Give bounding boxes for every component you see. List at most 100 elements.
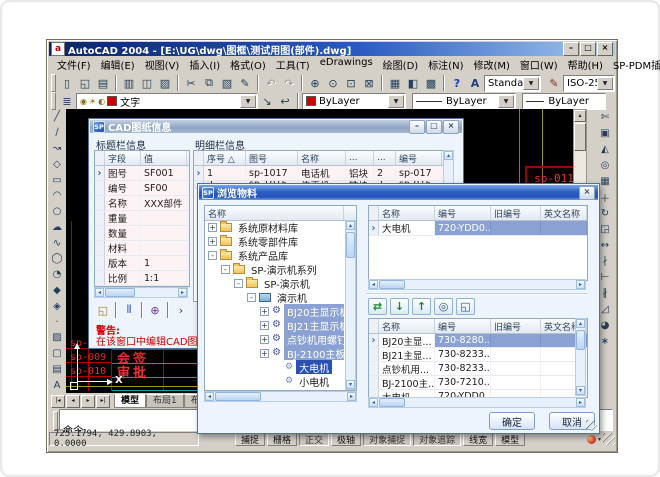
column-header-2[interactable]: 图号 [246, 151, 298, 165]
zoom-window-button[interactable]: ⊡ [342, 74, 360, 92]
rectangle-button[interactable]: ▭ [49, 172, 66, 188]
status-toggle-栅格[interactable]: 栅格 [267, 432, 297, 446]
column-header-1[interactable]: 名称 [379, 319, 435, 333]
designcenter-button[interactable]: ◧ [404, 74, 422, 92]
combo-arrow-icon[interactable]: ▼ [240, 95, 256, 108]
point-button[interactable]: · [49, 314, 66, 330]
search-button[interactable]: ◎ [434, 298, 453, 315]
tree-item[interactable]: +⚙BJ-2100主板单点 [205, 346, 344, 360]
linetype-combo[interactable]: ByLayer ▼ [412, 93, 516, 110]
open-file-button[interactable]: ◱ [76, 74, 94, 92]
selected-table-hscrollbar[interactable]: ◂ ▸ [368, 279, 586, 290]
tree-hscrollbar[interactable]: ◂ ▸ [204, 391, 357, 402]
expand-plus-icon[interactable]: + [260, 335, 269, 344]
dlg-maximize-button[interactable]: □ [426, 120, 442, 134]
column-header-5[interactable]: ... [374, 151, 396, 165]
plot-preview-button[interactable]: ◫ [138, 74, 156, 92]
layout-tab-1[interactable]: 模型 [114, 394, 146, 408]
expand-minus-icon[interactable]: - [234, 279, 243, 288]
line-button[interactable]: ╱ [49, 109, 66, 125]
dialog-resize-grip[interactable] [586, 420, 597, 431]
scroll-thumb[interactable] [379, 398, 405, 407]
transfer-button[interactable]: ⇄ [368, 298, 387, 315]
scroll-down-button[interactable]: ▾ [346, 380, 355, 389]
scroll-up-button[interactable]: ▴ [574, 110, 586, 122]
lineweight-combo[interactable]: ByLayer [522, 93, 606, 110]
zoom-previous-button[interactable]: ⊠ [360, 74, 378, 92]
table-row[interactable]: ›BJ20主显...730-8280... [369, 334, 587, 348]
combo-arrow-icon[interactable]: ▼ [523, 77, 539, 90]
tree-item[interactable]: ⚙608ZZ轴承 [205, 388, 344, 390]
expand-plus-icon[interactable]: + [208, 237, 217, 246]
add-record-button[interactable]: ⊕ [146, 301, 164, 319]
column-header-1[interactable]: 序号 △ [204, 151, 246, 165]
menu-item[interactable]: 修改(M) [468, 56, 514, 73]
scroll-thumb[interactable] [576, 330, 585, 350]
menu-item[interactable]: eDrawings [315, 56, 378, 73]
tree-item[interactable]: -SP-演示机 [205, 276, 344, 290]
ok-button[interactable]: 确定 [489, 412, 535, 430]
text-button[interactable]: A [49, 377, 66, 393]
scroll-up-button[interactable]: ▴ [346, 221, 355, 230]
dlg-close-button[interactable]: × [443, 120, 459, 134]
scroll-up-button[interactable]: ▴ [444, 151, 453, 160]
ellipse-arc-button[interactable]: ◔ [49, 267, 66, 283]
open-item-button[interactable]: ◱ [456, 298, 475, 315]
scroll-left-button[interactable]: ◂ [369, 398, 378, 407]
scroll-left-button[interactable]: ◂ [95, 288, 104, 297]
status-menu-arrow-icon[interactable]: ▾ [598, 436, 601, 443]
layout-tab-2[interactable]: 布局1 [146, 394, 184, 408]
menu-item[interactable]: 标注(N) [423, 56, 468, 73]
make-block-button[interactable]: ◈ [49, 298, 66, 314]
cut-button[interactable]: ✂ [182, 74, 200, 92]
table-row[interactable]: BJ21主显...730-8233... [369, 348, 587, 362]
table-row[interactable]: ›1sp-1017电话机铝块2sp-017 [194, 166, 444, 181]
tree-item[interactable]: +⚙BJ20主显示板 [205, 304, 344, 318]
offset-button[interactable]: ◎ [597, 157, 614, 173]
layer-previous-button[interactable]: ↩ [276, 92, 294, 110]
column-header-2[interactable]: 编号 [435, 319, 491, 333]
expand-plus-icon[interactable]: + [260, 321, 269, 330]
scroll-up-button[interactable]: ▴ [576, 319, 585, 328]
tree-item[interactable]: -SP-演示机系列 [205, 262, 344, 276]
table-row[interactable]: 版本1 [95, 256, 189, 271]
region-button[interactable]: ▢ [49, 346, 66, 362]
status-toggle-模型[interactable]: 模型 [495, 432, 525, 446]
column-header-6[interactable]: 编号 [396, 151, 442, 165]
column-header-1[interactable]: 名称 [379, 206, 435, 220]
scroll-right-button[interactable]: ▸ [576, 398, 585, 407]
scroll-left-button[interactable]: ◂ [369, 280, 378, 289]
copy-clip-button[interactable]: ⧉ [200, 74, 218, 92]
expand-plus-icon[interactable]: + [208, 223, 217, 232]
column-header-3[interactable]: 旧编号 [491, 319, 541, 333]
column-header-3[interactable]: 名称 [298, 151, 346, 165]
insert-block-button[interactable]: ◆ [49, 283, 66, 299]
column-header-4[interactable]: 英文名称 [541, 206, 587, 220]
scroll-thumb[interactable] [346, 232, 355, 258]
coordinate-display[interactable]: 725.1794, 429.8903, 0.0000 [49, 432, 199, 446]
tool-palettes-button[interactable]: ▩ [422, 74, 440, 92]
scroll-right-button[interactable]: ▸ [347, 392, 356, 401]
table-row[interactable]: ›图号SF001 [95, 166, 189, 181]
tree-vscrollbar[interactable]: ▴ ▾ [345, 220, 356, 390]
maximize-button[interactable]: □ [580, 42, 596, 56]
arc-button[interactable]: ◠ [49, 188, 66, 204]
check-in-button[interactable]: ↑ [412, 298, 431, 315]
image-button[interactable]: ▤ [49, 362, 66, 378]
text-style-button[interactable]: A [466, 74, 484, 92]
table-row[interactable]: 数量 [95, 226, 189, 241]
browse-dialog-close-button[interactable]: × [579, 186, 595, 200]
table-row[interactable]: 名称XXX部件 [95, 196, 189, 211]
window-resize-grip[interactable] [603, 433, 615, 445]
circle-button[interactable]: ○ [49, 204, 66, 220]
tree-item[interactable]: +系统原材料库 [205, 220, 344, 234]
communication-center-icon[interactable] [587, 435, 596, 444]
match-properties-button[interactable]: ✎ [236, 74, 254, 92]
menu-item[interactable]: 帮助(H) [563, 56, 608, 73]
menu-item[interactable]: 插入(I) [184, 56, 225, 73]
paste-button[interactable]: ▧ [218, 74, 236, 92]
table-row[interactable]: BJ-2100主...730-7210... [369, 376, 587, 390]
tree-item[interactable]: +⚙点钞机用螺钉部件 [205, 332, 344, 346]
layout-nav-button[interactable]: |◂ [51, 395, 65, 408]
new-file-button[interactable]: ▯ [58, 74, 76, 92]
